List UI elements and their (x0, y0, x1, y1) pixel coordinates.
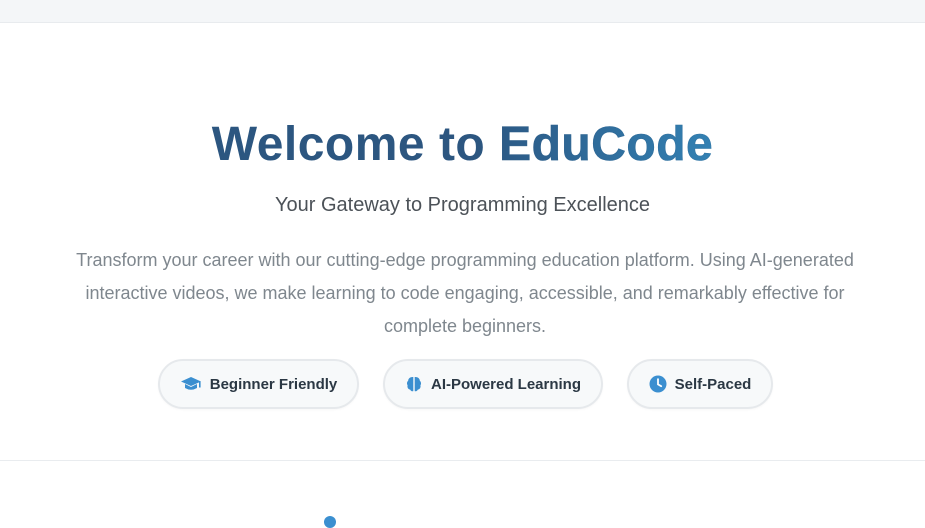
brand-name: EduCode (499, 118, 714, 172)
feature-badge-self-paced: Self-Paced (627, 359, 773, 409)
hero-subtitle: Your Gateway to Programming Excellence (275, 194, 650, 216)
feature-badge-label: Self-Paced (674, 375, 752, 393)
section-icon (324, 516, 336, 528)
hero-description: Transform your career with our cutting-e… (76, 250, 854, 336)
graduation-cap-icon (180, 376, 202, 392)
feature-badge-beginner-friendly: Beginner Friendly (158, 359, 359, 409)
page-title: Welcome to EduCode (0, 117, 925, 173)
feature-badge-label: AI-Powered Learning (430, 375, 582, 393)
feature-badge-ai-powered-learning: AI-Powered Learning (383, 359, 603, 409)
next-section (0, 461, 925, 528)
clock-icon (649, 375, 667, 393)
page-title-prefix: Welcome to (211, 118, 500, 171)
brain-icon (405, 375, 423, 393)
top-nav-bar (0, 0, 925, 23)
feature-badge-label: Beginner Friendly (209, 375, 338, 393)
feature-badges: Beginner Friendly AI-Powered Learning Se… (0, 359, 925, 413)
